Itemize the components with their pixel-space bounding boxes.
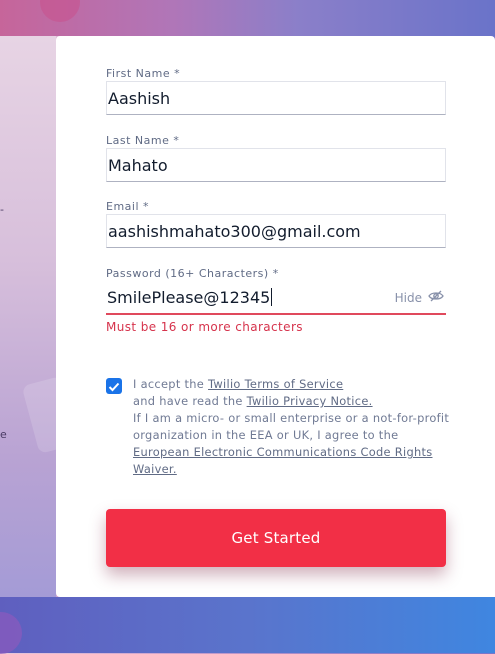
eecc-waiver-link[interactable]: European Electronic Communications Code … [133, 444, 451, 478]
signup-form-card: First Name * Aashish Last Name * Mahato … [56, 36, 495, 597]
password-error-message: Must be 16 or more characters [106, 320, 303, 334]
last-name-input[interactable]: Mahato [106, 148, 446, 182]
privacy-notice-link[interactable]: Twilio Privacy Notice. [247, 394, 373, 408]
terms-of-service-link[interactable]: Twilio Terms of Service [208, 377, 343, 391]
get-started-button[interactable]: Get Started [106, 509, 446, 567]
terms-read-text: and have read the [133, 394, 247, 408]
eye-slash-icon [428, 281, 444, 315]
password-label: Password (16+ Characters) * [106, 267, 279, 280]
last-name-value: Mahato [108, 156, 168, 175]
first-name-value: Aashish [108, 89, 171, 108]
first-name-label: First Name * [106, 67, 181, 80]
password-visibility-toggle[interactable]: Hide [395, 281, 444, 315]
email-value: aashishmahato300@gmail.com [108, 222, 361, 241]
email-input[interactable]: aashishmahato300@gmail.com [106, 214, 446, 248]
background-bottom [0, 597, 495, 653]
password-field: Password (16+ Characters) * SmilePlease@… [106, 267, 446, 334]
clipped-text-fragment: e [0, 428, 7, 441]
check-icon [108, 377, 120, 396]
text-cursor [271, 288, 273, 306]
clipped-text-fragment: - [0, 203, 4, 216]
background-left-panel [0, 36, 56, 597]
terms-checkbox[interactable] [106, 378, 122, 394]
last-name-label: Last Name * [106, 134, 180, 147]
email-label: Email * [106, 200, 150, 213]
micro-enterprise-text: If I am a micro- or small enterprise or … [133, 411, 450, 442]
terms-text: I accept the Twilio Terms of Service and… [133, 376, 451, 478]
first-name-field: First Name * Aashish [106, 67, 446, 115]
first-name-input[interactable]: Aashish [106, 81, 446, 115]
terms-consent: I accept the Twilio Terms of Service and… [106, 376, 451, 478]
last-name-field: Last Name * Mahato [106, 134, 446, 182]
password-value: SmilePlease@12345 [107, 288, 271, 307]
terms-accept-text: I accept the [133, 377, 209, 391]
email-field: Email * aashishmahato300@gmail.com [106, 200, 446, 248]
hide-label: Hide [394, 291, 422, 305]
password-input[interactable]: SmilePlease@12345 Hide [106, 281, 446, 315]
